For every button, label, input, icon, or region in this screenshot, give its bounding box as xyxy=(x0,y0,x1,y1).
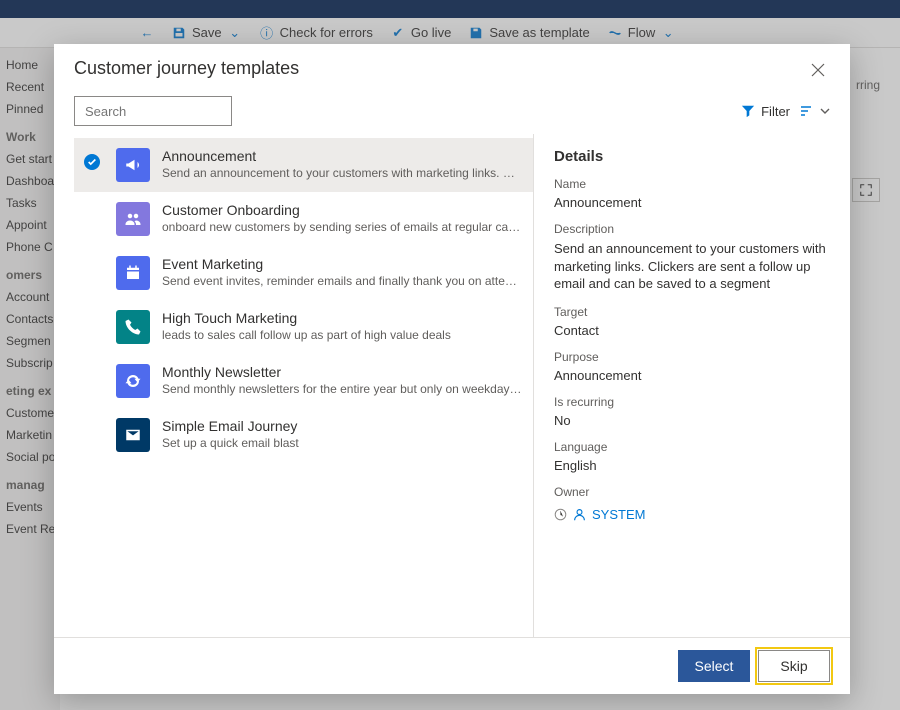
row-check[interactable] xyxy=(80,364,104,370)
template-row[interactable]: High Touch Marketing leads to sales call … xyxy=(74,300,533,354)
chevron-down-icon xyxy=(820,106,830,116)
detail-value-recurring: No xyxy=(554,413,830,428)
megaphone-icon xyxy=(116,148,150,182)
template-description: onboard new customers by sending series … xyxy=(162,220,523,234)
row-check[interactable] xyxy=(80,202,104,208)
close-icon xyxy=(811,63,825,77)
filter-button[interactable]: Filter xyxy=(741,104,790,119)
template-title: Monthly Newsletter xyxy=(162,364,523,380)
calendar-icon xyxy=(116,256,150,290)
row-check[interactable] xyxy=(80,256,104,262)
detail-label-description: Description xyxy=(554,222,830,236)
template-title: Simple Email Journey xyxy=(162,418,523,434)
row-check[interactable] xyxy=(80,148,104,170)
detail-label-purpose: Purpose xyxy=(554,350,830,364)
template-row[interactable]: Monthly Newsletter Send monthly newslette… xyxy=(74,354,533,408)
template-description: leads to sales call follow up as part of… xyxy=(162,328,523,342)
filter-label: Filter xyxy=(761,104,790,119)
sort-button[interactable] xyxy=(800,104,830,118)
detail-value-name: Announcement xyxy=(554,195,830,210)
detail-value-description: Send an announcement to your customers w… xyxy=(554,240,830,293)
owner-name: SYSTEM xyxy=(592,507,645,522)
envelope-icon xyxy=(116,418,150,452)
details-heading: Details xyxy=(554,148,830,165)
template-title: Event Marketing xyxy=(162,256,523,272)
clock-icon xyxy=(554,508,567,521)
detail-label-name: Name xyxy=(554,177,830,191)
template-title: High Touch Marketing xyxy=(162,310,523,326)
row-check[interactable] xyxy=(80,418,104,424)
template-description: Send event invites, reminder emails and … xyxy=(162,274,523,288)
skip-button[interactable]: Skip xyxy=(758,650,830,682)
modal-footer: Select Skip xyxy=(54,637,850,694)
phone-icon xyxy=(116,310,150,344)
detail-label-recurring: Is recurring xyxy=(554,395,830,409)
search-box[interactable] xyxy=(74,96,232,126)
details-pane: Details Name Announcement Description Se… xyxy=(534,134,850,637)
checkmark-icon xyxy=(84,154,100,170)
detail-value-target: Contact xyxy=(554,323,830,338)
person-icon xyxy=(573,508,586,521)
template-row[interactable]: Announcement Send an announcement to your… xyxy=(74,138,533,192)
template-modal: Customer journey templates Filter Announ… xyxy=(54,44,850,694)
detail-value-language: English xyxy=(554,458,830,473)
template-row[interactable]: Simple Email Journey Set up a quick email… xyxy=(74,408,533,462)
template-row[interactable]: Event Marketing Send event invites, remin… xyxy=(74,246,533,300)
sort-icon xyxy=(800,104,816,118)
template-description: Set up a quick email blast xyxy=(162,436,523,450)
template-description: Send monthly newsletters for the entire … xyxy=(162,382,523,396)
detail-label-owner: Owner xyxy=(554,485,830,499)
template-description: Send an announcement to your customers w… xyxy=(162,166,523,180)
template-title: Customer Onboarding xyxy=(162,202,523,218)
close-button[interactable] xyxy=(806,58,830,82)
filter-icon xyxy=(741,104,755,118)
owner-row[interactable]: SYSTEM xyxy=(554,507,830,522)
search-input[interactable] xyxy=(83,103,263,120)
detail-label-language: Language xyxy=(554,440,830,454)
template-title: Announcement xyxy=(162,148,523,164)
detail-label-target: Target xyxy=(554,305,830,319)
detail-value-purpose: Announcement xyxy=(554,368,830,383)
people-icon xyxy=(116,202,150,236)
select-button[interactable]: Select xyxy=(678,650,750,682)
row-check[interactable] xyxy=(80,310,104,316)
modal-title: Customer journey templates xyxy=(74,58,299,79)
template-row[interactable]: Customer Onboarding onboard new customers… xyxy=(74,192,533,246)
cycle-icon xyxy=(116,364,150,398)
template-list: Announcement Send an announcement to your… xyxy=(74,134,534,637)
